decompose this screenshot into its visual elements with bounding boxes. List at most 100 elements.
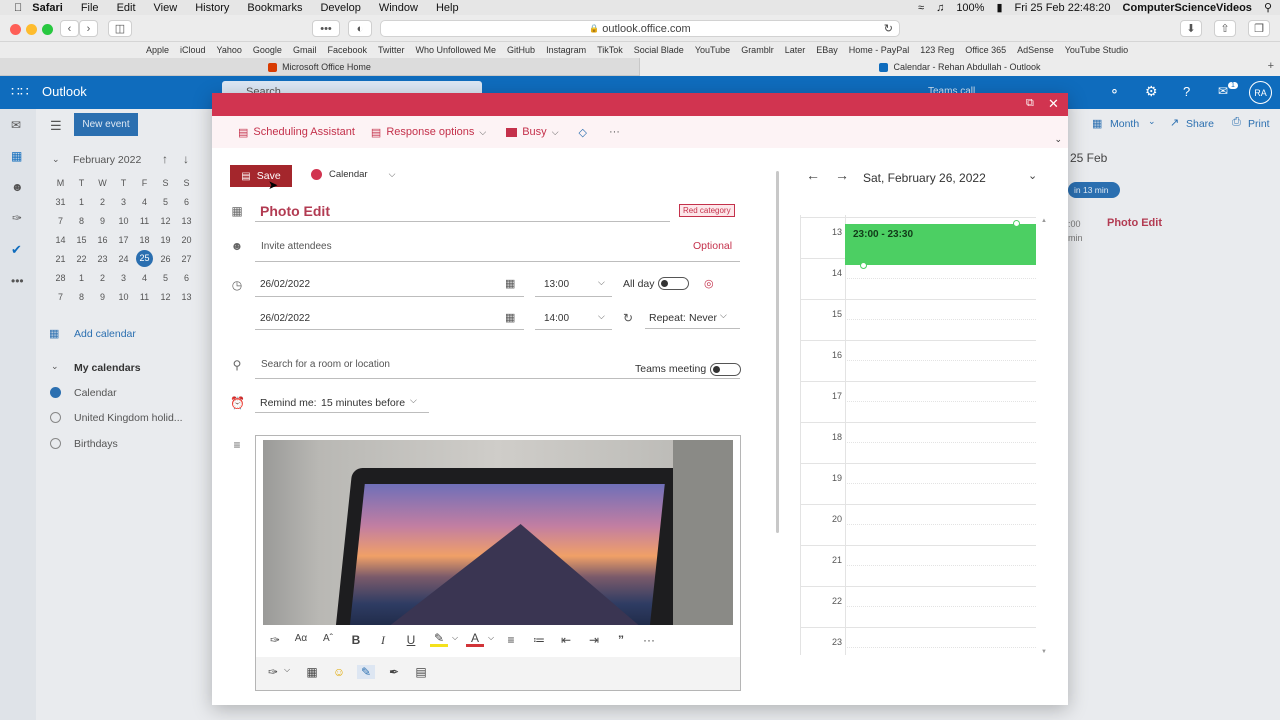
day-cell[interactable]: 7 bbox=[50, 211, 71, 230]
sidebar-toggle-button[interactable]: ◫ bbox=[108, 20, 132, 37]
teams-meeting-toggle[interactable] bbox=[710, 363, 741, 376]
repeat-label[interactable]: Repeat: bbox=[649, 312, 686, 324]
day-cell[interactable]: 19 bbox=[155, 230, 176, 249]
forward-button[interactable]: › bbox=[79, 20, 98, 37]
tag-button[interactable]: ◇ bbox=[579, 126, 587, 139]
chevron-down-icon[interactable]: ⌵ bbox=[598, 277, 605, 288]
fav-item[interactable]: Google bbox=[253, 45, 282, 55]
fav-item[interactable]: Gmail bbox=[293, 45, 317, 55]
day-cell-today[interactable]: 25 bbox=[134, 249, 155, 268]
underline-icon[interactable]: U bbox=[402, 633, 420, 647]
day-view-date[interactable]: Sat, February 26, 2022 bbox=[863, 171, 986, 185]
day-cell[interactable]: 4 bbox=[134, 268, 155, 287]
format-painter-icon[interactable]: ✑ bbox=[266, 633, 284, 647]
calendar-unchecked-icon[interactable] bbox=[50, 438, 61, 449]
clock-text[interactable]: Fri 25 Feb 22:48:20 bbox=[1015, 2, 1111, 14]
event-title[interactable]: Photo Edit bbox=[260, 203, 330, 219]
loop-icon[interactable]: ▤ bbox=[412, 665, 430, 679]
gear-icon[interactable]: ⚙ bbox=[1145, 83, 1158, 100]
mail-icon[interactable]: ✉ bbox=[11, 118, 21, 132]
italic-icon[interactable]: I bbox=[374, 633, 392, 648]
chevron-down-icon[interactable]: ⌵ bbox=[410, 395, 417, 406]
fav-item[interactable]: Home - PayPal bbox=[849, 45, 910, 55]
add-tab-icon[interactable]: + bbox=[1268, 60, 1274, 72]
font-size-icon[interactable]: Aˆ bbox=[319, 633, 337, 644]
my-calendars-heading[interactable]: My calendars bbox=[74, 362, 141, 374]
close-icon[interactable]: ✕ bbox=[1048, 96, 1059, 112]
day-cell[interactable]: 9 bbox=[92, 287, 113, 306]
tab-outlook-calendar[interactable]: Calendar - Rehan Abdullah - Outlook bbox=[640, 58, 1280, 76]
decrease-indent-icon[interactable]: ⇤ bbox=[557, 633, 575, 647]
new-event-button[interactable]: New event bbox=[74, 113, 138, 136]
time-zone-icon[interactable]: ◎ bbox=[704, 277, 714, 290]
calendar-item[interactable]: Calendar bbox=[74, 387, 117, 399]
resize-handle-bottom[interactable] bbox=[860, 262, 867, 269]
tab-office-home[interactable]: Microsoft Office Home bbox=[0, 58, 640, 76]
fav-item[interactable]: Twitter bbox=[378, 45, 405, 55]
day-cell[interactable]: 13 bbox=[176, 287, 197, 306]
menu-history[interactable]: History bbox=[195, 2, 229, 14]
day-cell[interactable]: 3 bbox=[113, 192, 134, 211]
app-title[interactable]: Outlook bbox=[42, 84, 87, 99]
numbering-icon[interactable]: ≔ bbox=[530, 633, 548, 647]
day-cell[interactable]: 8 bbox=[71, 287, 92, 306]
day-cell[interactable]: 11 bbox=[134, 287, 155, 306]
fav-item[interactable]: Office 365 bbox=[965, 45, 1006, 55]
end-date[interactable]: 26/02/2022 bbox=[260, 313, 310, 324]
volume-icon[interactable]: ♫ bbox=[936, 2, 944, 14]
day-cell[interactable]: 12 bbox=[155, 287, 176, 306]
avatar[interactable]: RA bbox=[1249, 81, 1272, 104]
day-cell[interactable]: 2 bbox=[92, 268, 113, 287]
response-options-button[interactable]: ▤ Response options ⌵ bbox=[371, 126, 486, 139]
collapse-icon[interactable]: ⌄ bbox=[52, 154, 60, 165]
print-button[interactable]: Print bbox=[1248, 118, 1270, 130]
calendar-unchecked-icon[interactable] bbox=[50, 412, 61, 423]
fav-item[interactable]: Instagram bbox=[546, 45, 586, 55]
fav-item[interactable]: Later bbox=[785, 45, 806, 55]
resize-handle-top[interactable] bbox=[1013, 220, 1020, 227]
apple-icon[interactable]:  bbox=[14, 2, 22, 14]
menu-window[interactable]: Window bbox=[379, 2, 418, 14]
popout-icon[interactable]: ⧉ bbox=[1026, 97, 1034, 110]
day-cell[interactable]: 4 bbox=[134, 192, 155, 211]
fav-item[interactable]: Social Blade bbox=[634, 45, 684, 55]
invite-attendees-input[interactable]: Invite attendees bbox=[261, 241, 332, 252]
month-view-icon[interactable]: ▦ bbox=[1092, 117, 1102, 130]
day-cell[interactable]: 9 bbox=[92, 211, 113, 230]
prev-month-icon[interactable]: ↑ bbox=[162, 152, 168, 166]
add-calendar-link[interactable]: Add calendar bbox=[74, 328, 136, 340]
editor-icon[interactable]: ✎ bbox=[357, 665, 375, 679]
calendar-item[interactable]: United Kingdom holid... bbox=[74, 412, 183, 424]
back-button[interactable]: ‹ bbox=[60, 20, 79, 37]
hamburger-icon[interactable]: ☰ bbox=[50, 118, 62, 134]
date-picker-icon[interactable]: ▦ bbox=[505, 311, 515, 324]
view-switcher[interactable]: Month bbox=[1110, 118, 1139, 130]
menu-file[interactable]: File bbox=[81, 2, 99, 14]
calendar-select[interactable]: Calendar ⌵ bbox=[311, 169, 395, 180]
location-input[interactable]: Search for a room or location bbox=[261, 359, 390, 370]
reload-icon[interactable]: ↻ bbox=[884, 22, 893, 35]
fav-item[interactable]: YouTube Studio bbox=[1065, 45, 1128, 55]
end-time[interactable]: 14:00 bbox=[544, 313, 569, 324]
megaphone-icon[interactable]: ✉ bbox=[1218, 84, 1228, 98]
day-cell[interactable]: 14 bbox=[50, 230, 71, 249]
privacy-button[interactable]: ◐ bbox=[348, 20, 372, 37]
signature-icon[interactable]: ✒ bbox=[385, 665, 403, 679]
fav-item[interactable]: 123 Reg bbox=[920, 45, 954, 55]
busy-button[interactable]: Busy ⌵ bbox=[506, 126, 559, 138]
fav-item[interactable]: Who Unfollowed Me bbox=[416, 45, 497, 55]
day-cell[interactable]: 23 bbox=[92, 249, 113, 268]
day-cell[interactable]: 1 bbox=[71, 192, 92, 211]
people-icon[interactable]: ☻ bbox=[11, 180, 24, 194]
chevron-down-icon[interactable]: ⌵ bbox=[482, 633, 500, 643]
calendar-check-icon[interactable] bbox=[50, 387, 61, 398]
day-cell[interactable]: 26 bbox=[155, 249, 176, 268]
menu-view[interactable]: View bbox=[154, 2, 178, 14]
tab-overview-button[interactable]: ••• bbox=[312, 20, 340, 37]
emoji-icon[interactable]: ☺ bbox=[330, 665, 348, 679]
fav-item[interactable]: GitHub bbox=[507, 45, 535, 55]
day-cell[interactable]: 16 bbox=[92, 230, 113, 249]
fav-item[interactable]: Yahoo bbox=[217, 45, 242, 55]
day-cell[interactable]: 22 bbox=[71, 249, 92, 268]
collapse-ribbon-icon[interactable]: ⌄ bbox=[1054, 134, 1062, 145]
